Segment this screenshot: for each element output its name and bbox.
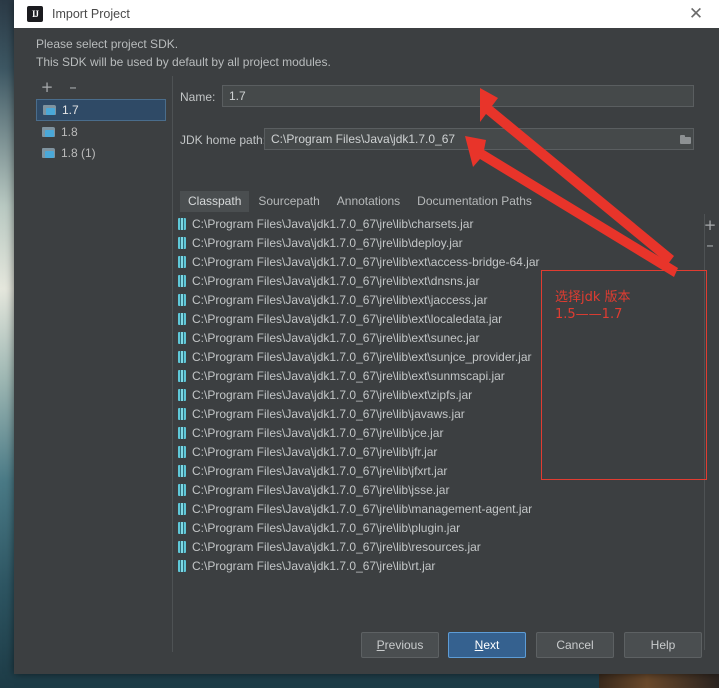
sdk-list-item-1[interactable]: 1.8 [36, 121, 166, 142]
close-icon[interactable]: ✕ [673, 0, 719, 28]
jdk-home-path-input[interactable] [264, 128, 694, 150]
name-input[interactable] [222, 85, 694, 107]
classpath-row-label: C:\Program Files\Java\jdk1.7.0_67\jre\li… [192, 330, 480, 345]
dialog-content: Please select project SDK. This SDK will… [14, 28, 719, 674]
classpath-row-label: C:\Program Files\Java\jdk1.7.0_67\jre\li… [192, 216, 474, 231]
classpath-row-label: C:\Program Files\Java\jdk1.7.0_67\jre\li… [192, 444, 438, 459]
previous-button-label: revious [384, 638, 424, 652]
annotation-text-line-2: 1.5——1.7 [555, 307, 623, 322]
sdk-item-label: 1.8 [61, 124, 78, 139]
classpath-row-label: C:\Program Files\Java\jdk1.7.0_67\jre\li… [192, 406, 465, 421]
jdk-folder-icon [43, 104, 57, 116]
remove-classpath-entry-button[interactable]: – [700, 236, 719, 256]
classpath-row[interactable]: C:\Program Files\Java\jdk1.7.0_67\jre\li… [174, 214, 696, 233]
classpath-side-toolbar: + – [700, 216, 719, 256]
classpath-row[interactable]: C:\Program Files\Java\jdk1.7.0_67\jre\li… [174, 252, 696, 271]
folder-icon [680, 134, 691, 144]
previous-button[interactable]: Previous [361, 632, 439, 658]
classpath-row-label: C:\Program Files\Java\jdk1.7.0_67\jre\li… [192, 273, 480, 288]
classpath-row-label: C:\Program Files\Java\jdk1.7.0_67\jre\li… [192, 292, 488, 307]
jar-file-icon [178, 445, 186, 458]
jar-file-icon [178, 559, 186, 572]
dialog-title: Import Project [52, 7, 130, 21]
classpath-row-label: C:\Program Files\Java\jdk1.7.0_67\jre\li… [192, 368, 505, 383]
jar-file-icon [178, 331, 186, 344]
tab-classpath[interactable]: Classpath [180, 191, 250, 212]
tab-sourcepath[interactable]: Sourcepath [250, 191, 327, 212]
classpath-row[interactable]: C:\Program Files\Java\jdk1.7.0_67\jre\li… [174, 480, 696, 499]
add-sdk-button[interactable]: + [36, 78, 58, 98]
jar-file-icon [178, 236, 186, 249]
sdk-list-item-0[interactable]: 1.7 [36, 99, 166, 121]
sdk-list[interactable]: 1.7 1.8 1.8 (1) [36, 99, 166, 650]
classpath-tab-bar: Classpath Sourcepath Annotations Documen… [180, 191, 541, 213]
jar-file-icon [178, 521, 186, 534]
sdk-list-toolbar: + – [36, 78, 166, 98]
sdk-item-label: 1.7 [62, 103, 79, 117]
help-button[interactable]: Help [624, 632, 702, 658]
jar-file-icon [178, 388, 186, 401]
jar-file-icon [178, 464, 186, 477]
jar-file-icon [178, 369, 186, 382]
jar-file-icon [178, 274, 186, 287]
browse-folder-button[interactable] [678, 129, 693, 149]
tab-documentation-paths[interactable]: Documentation Paths [409, 191, 540, 212]
classpath-row-label: C:\Program Files\Java\jdk1.7.0_67\jre\li… [192, 482, 450, 497]
next-button-label: ext [483, 638, 500, 652]
remove-sdk-button[interactable]: – [62, 78, 84, 98]
sdk-hint-line-1: Please select project SDK. [36, 37, 179, 51]
classpath-row-label: C:\Program Files\Java\jdk1.7.0_67\jre\li… [192, 235, 463, 250]
import-project-dialog: IJ Import Project ✕ Please select projec… [14, 0, 719, 674]
classpath-row-label: C:\Program Files\Java\jdk1.7.0_67\jre\li… [192, 349, 532, 364]
jar-file-icon [178, 502, 186, 515]
jar-file-icon [178, 426, 186, 439]
jar-file-icon [178, 312, 186, 325]
jdk-folder-icon [42, 147, 56, 159]
cancel-button[interactable]: Cancel [536, 632, 614, 658]
name-label: Name: [180, 90, 216, 104]
sdk-item-label: 1.8 (1) [61, 145, 96, 160]
classpath-row[interactable]: C:\Program Files\Java\jdk1.7.0_67\jre\li… [174, 556, 696, 575]
jar-file-icon [178, 255, 186, 268]
previous-button-mnemonic: P [376, 638, 385, 652]
annotation-text-line-1: 选择jdk 版本 [555, 290, 631, 305]
dialog-button-bar: Previous Next Cancel Help [14, 632, 719, 658]
jdk-home-path-label: JDK home path: [180, 133, 267, 147]
classpath-row[interactable]: C:\Program Files\Java\jdk1.7.0_67\jre\li… [174, 537, 696, 556]
intellij-idea-icon: IJ [27, 6, 43, 22]
jar-file-icon [178, 540, 186, 553]
jar-file-icon [178, 293, 186, 306]
classpath-row-label: C:\Program Files\Java\jdk1.7.0_67\jre\li… [192, 463, 448, 478]
jar-file-icon [178, 407, 186, 420]
classpath-row-label: C:\Program Files\Java\jdk1.7.0_67\jre\li… [192, 254, 540, 269]
classpath-row-label: C:\Program Files\Java\jdk1.7.0_67\jre\li… [192, 387, 473, 402]
jdk-folder-icon [42, 126, 56, 138]
panel-divider [172, 76, 173, 652]
add-classpath-entry-button[interactable]: + [700, 216, 719, 236]
classpath-row-label: C:\Program Files\Java\jdk1.7.0_67\jre\li… [192, 520, 461, 535]
jar-file-icon [178, 483, 186, 496]
dialog-titlebar: IJ Import Project ✕ [14, 0, 719, 28]
jar-file-icon [178, 350, 186, 363]
sdk-hint-line-2: This SDK will be used by default by all … [36, 55, 331, 69]
classpath-row-label: C:\Program Files\Java\jdk1.7.0_67\jre\li… [192, 425, 444, 440]
classpath-row-label: C:\Program Files\Java\jdk1.7.0_67\jre\li… [192, 501, 533, 516]
jar-file-icon [178, 217, 186, 230]
classpath-row-label: C:\Program Files\Java\jdk1.7.0_67\jre\li… [192, 311, 503, 326]
sdk-list-item-2[interactable]: 1.8 (1) [36, 142, 166, 163]
classpath-row[interactable]: C:\Program Files\Java\jdk1.7.0_67\jre\li… [174, 233, 696, 252]
classpath-row[interactable]: C:\Program Files\Java\jdk1.7.0_67\jre\li… [174, 499, 696, 518]
classpath-row-label: C:\Program Files\Java\jdk1.7.0_67\jre\li… [192, 558, 436, 573]
classpath-row[interactable]: C:\Program Files\Java\jdk1.7.0_67\jre\li… [174, 518, 696, 537]
classpath-row-label: C:\Program Files\Java\jdk1.7.0_67\jre\li… [192, 539, 481, 554]
next-button[interactable]: Next [448, 632, 526, 658]
tab-annotations[interactable]: Annotations [329, 191, 408, 212]
